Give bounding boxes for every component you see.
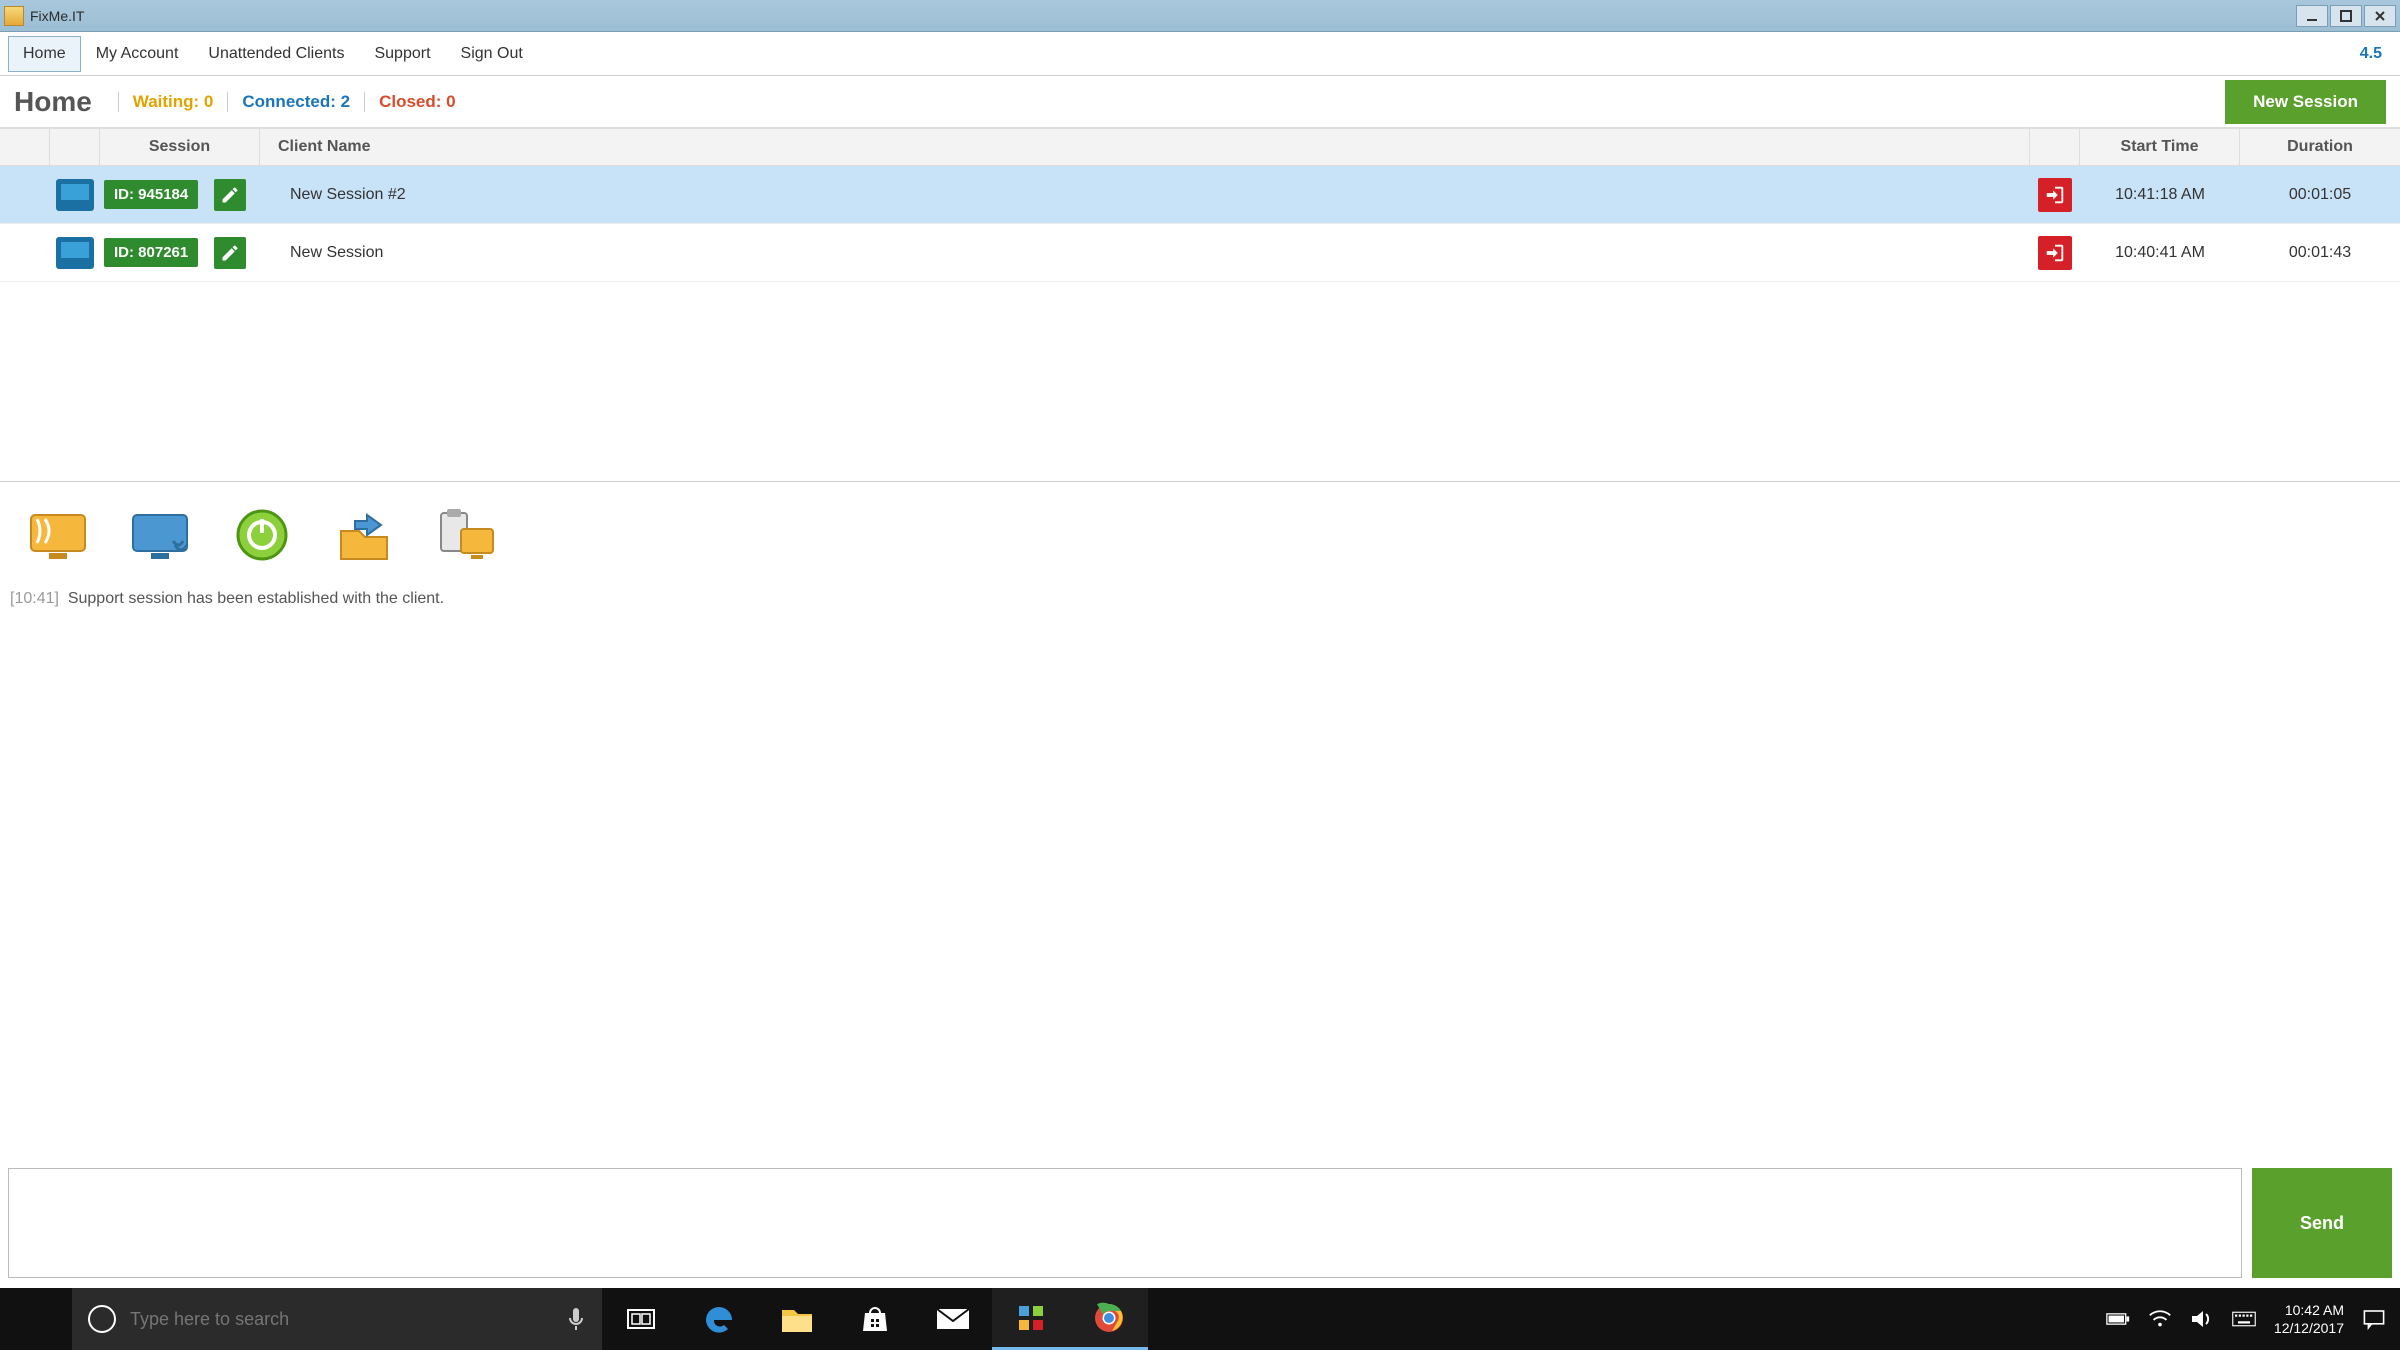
status-connected[interactable]: Connected: 2	[227, 92, 364, 112]
col-duration[interactable]: Duration	[2240, 129, 2400, 165]
window-title: FixMe.IT	[30, 8, 2296, 24]
cortana-icon	[88, 1305, 116, 1333]
disconnect-icon[interactable]	[2038, 178, 2072, 212]
chat-log: [10:41] Support session has been establi…	[0, 582, 2400, 616]
col-start-time[interactable]: Start Time	[2080, 129, 2240, 165]
volume-icon[interactable]	[2190, 1307, 2214, 1331]
navbar: Home My Account Unattended Clients Suppo…	[0, 32, 2400, 76]
start-time: 10:41:18 AM	[2115, 186, 2205, 204]
minimize-button[interactable]	[2296, 5, 2328, 27]
monitor-icon	[56, 237, 94, 269]
monitor-icon	[56, 179, 94, 211]
nav-unattended-clients[interactable]: Unattended Clients	[193, 36, 359, 72]
session-id-badge: ID: 807261	[104, 238, 198, 267]
store-icon[interactable]	[836, 1288, 914, 1350]
nav-home[interactable]: Home	[8, 36, 81, 72]
clock-date: 12/12/2017	[2274, 1319, 2344, 1337]
table-row[interactable]: ID: 945184 New Session #2 10:41:18 AM 00…	[0, 166, 2400, 224]
table-row[interactable]: ID: 807261 New Session 10:40:41 AM 00:01…	[0, 224, 2400, 282]
file-explorer-icon[interactable]	[758, 1288, 836, 1350]
titlebar: FixMe.IT	[0, 0, 2400, 32]
col-client-name[interactable]: Client Name	[260, 129, 2030, 165]
nav-my-account[interactable]: My Account	[81, 36, 194, 72]
task-view-icon[interactable]	[602, 1288, 680, 1350]
clipboard-icon[interactable]	[424, 498, 508, 572]
keyboard-icon[interactable]	[2232, 1307, 2256, 1331]
battery-icon[interactable]	[2106, 1307, 2130, 1331]
remote-control-icon[interactable]	[16, 498, 100, 572]
status-waiting[interactable]: Waiting: 0	[118, 92, 228, 112]
microphone-icon[interactable]	[566, 1306, 586, 1332]
taskbar: 10:42 AM 12/12/2017	[0, 1288, 2400, 1350]
statusbar: Home Waiting: 0 Connected: 2 Closed: 0 N…	[0, 76, 2400, 128]
col-blank1	[0, 129, 50, 165]
notifications-icon[interactable]	[2362, 1307, 2386, 1331]
chrome-icon[interactable]	[1070, 1288, 1148, 1350]
sessions-table-header: Session Client Name Start Time Duration	[0, 128, 2400, 166]
system-tray: 10:42 AM 12/12/2017	[2092, 1288, 2400, 1350]
taskbar-apps	[602, 1288, 1148, 1350]
view-desktop-icon[interactable]	[118, 498, 202, 572]
disconnect-icon[interactable]	[2038, 236, 2072, 270]
fixmeit-taskbar-icon[interactable]	[992, 1288, 1070, 1350]
edit-name-icon[interactable]	[214, 179, 246, 211]
file-transfer-icon[interactable]	[322, 498, 406, 572]
chat-timestamp: [10:41]	[10, 590, 59, 607]
maximize-button[interactable]	[2330, 5, 2362, 27]
reboot-icon[interactable]	[220, 498, 304, 572]
page-title: Home	[14, 86, 92, 118]
send-button[interactable]: Send	[2252, 1168, 2392, 1278]
chat-input[interactable]	[8, 1168, 2242, 1278]
new-session-button[interactable]: New Session	[2225, 80, 2386, 124]
mail-icon[interactable]	[914, 1288, 992, 1350]
chat-area: Send	[8, 1168, 2392, 1278]
start-time: 10:40:41 AM	[2115, 244, 2205, 262]
client-name: New Session #2	[278, 186, 406, 204]
wifi-icon[interactable]	[2148, 1307, 2172, 1331]
client-name: New Session	[278, 244, 383, 262]
version-label: 4.5	[2360, 45, 2392, 63]
app-icon	[4, 6, 24, 26]
col-action	[2030, 129, 2080, 165]
sessions-table-body: ID: 945184 New Session #2 10:41:18 AM 00…	[0, 166, 2400, 482]
taskbar-search[interactable]	[72, 1288, 602, 1350]
close-button[interactable]	[2364, 5, 2396, 27]
nav-sign-out[interactable]: Sign Out	[446, 36, 538, 72]
status-closed[interactable]: Closed: 0	[364, 92, 470, 112]
taskbar-clock[interactable]: 10:42 AM 12/12/2017	[2274, 1301, 2344, 1337]
col-blank2	[50, 129, 100, 165]
clock-time: 10:42 AM	[2274, 1301, 2344, 1319]
nav-support[interactable]: Support	[359, 36, 445, 72]
duration: 00:01:05	[2289, 186, 2351, 204]
session-id-badge: ID: 945184	[104, 180, 198, 209]
session-tools	[0, 482, 2400, 582]
search-input[interactable]	[130, 1309, 552, 1330]
window-controls	[2296, 5, 2396, 27]
edge-icon[interactable]	[680, 1288, 758, 1350]
duration: 00:01:43	[2289, 244, 2351, 262]
edit-name-icon[interactable]	[214, 237, 246, 269]
chat-message: Support session has been established wit…	[68, 590, 444, 607]
col-session[interactable]: Session	[100, 129, 260, 165]
